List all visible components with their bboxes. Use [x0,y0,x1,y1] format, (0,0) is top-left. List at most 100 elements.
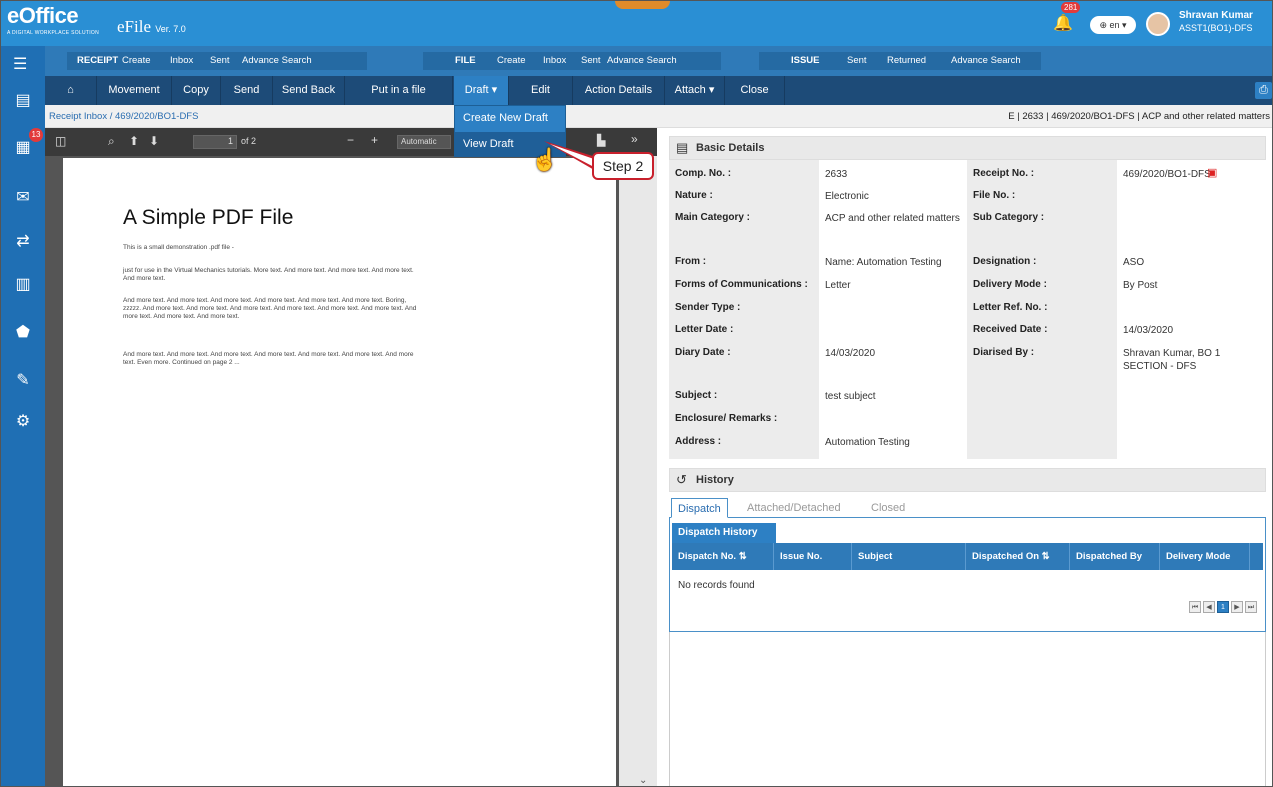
receipt-nav: RECEIPT Create Inbox Sent Advance Search [67,52,367,70]
admin-module-icon[interactable]: ⬟ [13,322,33,344]
draft-button[interactable]: Draft ▾ [454,76,509,105]
last-page-icon[interactable]: ⏭ [1245,601,1257,613]
mail-module-icon[interactable]: ✎ [13,370,33,392]
file-sent-link[interactable]: Sent [581,52,601,70]
chevron-down-icon[interactable]: ⌄ [639,775,647,786]
hamburger-menu-icon[interactable]: ☰ [13,54,27,74]
module-nav-bar: RECEIPT Create Inbox Sent Advance Search… [45,46,1272,76]
column-issue-no[interactable]: Issue No. [774,543,852,570]
receipt-inbox-link[interactable]: Inbox [170,52,193,70]
details-icon: ▤ [676,140,689,155]
pdf-paragraph: just for use in the Virtual Mechanics tu… [123,267,414,282]
current-page[interactable]: 1 [1217,601,1229,613]
section-title: History [696,474,734,486]
next-page-icon[interactable]: ⬇ [149,134,159,148]
tab-attached-detached[interactable]: Attached/Detached [741,498,847,518]
receipt-module-icon[interactable]: ▤ [13,90,33,112]
more-tools-icon[interactable]: » [631,132,638,146]
file-create-link[interactable]: Create [497,52,526,70]
top-bar: eOffice A DIGITAL WORKPLACE SOLUTION eFi… [1,1,1272,46]
panel-empty-area [669,632,1266,786]
attach-button[interactable]: Attach ▾ [665,76,725,105]
issue-nav-head[interactable]: ISSUE [791,52,820,70]
file-module-icon[interactable]: ▦ [13,137,33,159]
search-icon[interactable]: ⌕ [108,134,115,149]
dispatch-module-icon[interactable]: ✉ [13,187,33,209]
pdf-scrollbar[interactable]: ⌄ [619,156,657,786]
page-number-input[interactable]: 1 [193,135,237,149]
put-in-file-button[interactable]: Put in a file [345,76,453,105]
pdf-download-icon[interactable]: ▣ [1207,166,1217,179]
action-details-button[interactable]: Action Details [573,76,665,105]
issue-sent-link[interactable]: Sent [847,52,867,70]
basic-details-header: ▤ Basic Details [669,136,1266,160]
file-inbox-link[interactable]: Inbox [543,52,566,70]
file-nav-head[interactable]: FILE [455,52,476,70]
column-dispatch-no[interactable]: Dispatch No. ⇅ [672,543,774,570]
receipt-no-value: 469/2020/BO1-DFS [1123,169,1211,180]
receipt-ref-info: E | 2633 | 469/2020/BO1-DFS | ACP and ot… [1008,111,1270,122]
column-delivery-mode[interactable]: Delivery Mode [1160,543,1250,570]
send-button[interactable]: Send [221,76,273,105]
receipt-create-link[interactable]: Create [122,52,151,70]
column-dispatched-by[interactable]: Dispatched By [1070,543,1160,570]
column-dispatched-on[interactable]: Dispatched On ⇅ [966,543,1070,570]
action-toolbar: ⌂ Movement Copy Send Send Back Put in a … [45,76,1272,105]
history-tabs: Dispatch Attached/Detached Closed [669,496,1266,518]
issue-returned-link[interactable]: Returned [887,52,926,70]
avatar[interactable] [1146,12,1170,36]
history-table-header: Dispatch No. ⇅ Issue No. Subject Dispatc… [672,543,1263,570]
empty-table-message: No records found [678,580,755,591]
dispatch-history-label: Dispatch History [672,523,776,543]
prev-page-icon[interactable]: ◀ [1203,601,1215,613]
language-selector[interactable]: ⊕ en ▾ [1090,16,1136,34]
dispatch-history-panel: Dispatch History Dispatch No. ⇅ Issue No… [669,518,1266,632]
breadcrumb-ref: 469/2020/BO1-DFS [115,111,199,122]
column-subject[interactable]: Subject [852,543,966,570]
section-title: Basic Details [696,142,765,154]
next-page-icon[interactable]: ▶ [1231,601,1243,613]
receipt-details-panel: ▤ Basic Details Comp. No. : 2633 Receipt… [663,128,1272,786]
close-button[interactable]: Close [725,76,785,105]
reports-module-icon[interactable]: ▥ [13,274,33,296]
download-icon[interactable]: ▙ [597,134,605,147]
receipt-sent-link[interactable]: Sent [210,52,230,70]
sidebar-toggle-icon[interactable]: ◫ [55,134,66,148]
breadcrumb-inbox[interactable]: Receipt Inbox [49,111,107,122]
copy-button[interactable]: Copy [172,76,221,105]
left-sidebar: ☰ ▤ ▦ ✉ ⇄ ▥ ⬟ ✎ ⚙ [1,46,45,786]
movement-button[interactable]: Movement [97,76,172,105]
edit-button[interactable]: Edit [509,76,573,105]
breadcrumb-bar: Receipt Inbox / 469/2020/BO1-DFS E | 263… [45,105,1272,128]
user-name[interactable]: Shravan Kumar [1179,10,1253,21]
transfer-module-icon[interactable]: ⇄ [13,231,33,253]
settings-module-icon[interactable]: ⚙ [13,411,33,433]
pdf-title: A Simple PDF File [123,206,294,229]
issue-nav: ISSUE Sent Returned Advance Search [759,52,1041,70]
receipt-advance-search-link[interactable]: Advance Search [242,52,312,70]
receipt-nav-head[interactable]: RECEIPT [77,52,118,70]
issue-advance-search-link[interactable]: Advance Search [951,52,1021,70]
pagination: ⏮ ◀ 1 ▶ ⏭ [1187,600,1257,614]
zoom-out-icon[interactable]: − [347,133,354,147]
pdf-page: A Simple PDF File This is a small demons… [63,158,616,786]
pdf-paragraph: And more text. And more text. And more t… [123,297,417,320]
zoom-select[interactable]: Automatic [397,135,451,149]
previous-page-icon[interactable]: ⬆ [129,134,139,148]
bell-icon[interactable]: 🔔 [1053,13,1073,33]
zoom-in-icon[interactable]: + [371,133,378,147]
tab-closed[interactable]: Closed [865,498,911,518]
pdf-paragraph: And more text. And more text. And more t… [123,351,414,366]
hand-cursor-icon: ☝ [531,147,559,172]
print-icon[interactable]: ⎙ [1255,82,1272,99]
first-page-icon[interactable]: ⏮ [1189,601,1201,613]
create-new-draft-item[interactable]: Create New Draft [455,106,565,131]
tab-dispatch[interactable]: Dispatch [671,498,728,518]
history-header: ↺ History [669,468,1266,492]
send-back-button[interactable]: Send Back [273,76,345,105]
file-advance-search-link[interactable]: Advance Search [607,52,677,70]
home-icon[interactable]: ⌂ [45,76,97,105]
comp-no-value: 2633 [825,169,848,180]
basic-details-grid: Comp. No. : 2633 Receipt No. : 469/2020/… [669,160,1266,459]
collapse-header-tab[interactable] [615,1,670,9]
